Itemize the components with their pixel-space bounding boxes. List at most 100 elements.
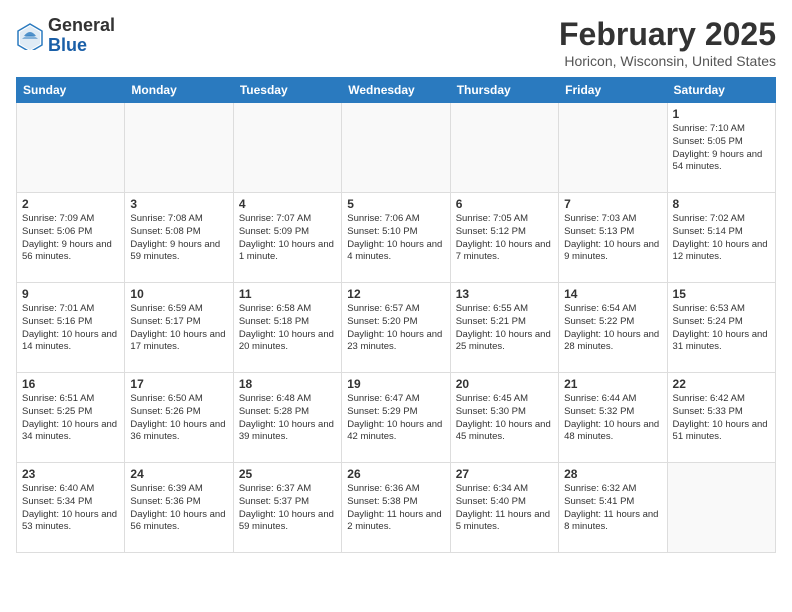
- day-number: 10: [130, 287, 227, 301]
- day-info: Sunrise: 6:39 AM Sunset: 5:36 PM Dayligh…: [130, 483, 227, 534]
- calendar-cell: 6 Sunrise: 7:05 AM Sunset: 5:12 PM Daylig…: [450, 193, 558, 283]
- day-number: 1: [673, 107, 770, 121]
- title-block: February 2025 Horicon, Wisconsin, United…: [559, 16, 776, 69]
- calendar-cell: 18 Sunrise: 6:48 AM Sunset: 5:28 PM Dayli…: [233, 373, 341, 463]
- day-info: Sunrise: 6:40 AM Sunset: 5:34 PM Dayligh…: [22, 483, 119, 534]
- calendar-cell: [667, 463, 775, 553]
- calendar-week-row: 23 Sunrise: 6:40 AM Sunset: 5:34 PM Dayli…: [17, 463, 776, 553]
- logo-icon: [16, 22, 44, 50]
- calendar-cell: 23 Sunrise: 6:40 AM Sunset: 5:34 PM Dayli…: [17, 463, 125, 553]
- calendar-cell: 22 Sunrise: 6:42 AM Sunset: 5:33 PM Dayli…: [667, 373, 775, 463]
- day-number: 18: [239, 377, 336, 391]
- day-of-week-header: Sunday: [17, 78, 125, 103]
- calendar-cell: 15Sunrise: 6:53 AM Sunset: 5:24 PM Dayli…: [667, 283, 775, 373]
- calendar-cell: [450, 103, 558, 193]
- day-number: 26: [347, 467, 444, 481]
- day-info: Sunrise: 7:02 AM Sunset: 5:14 PM Dayligh…: [673, 213, 770, 264]
- calendar-cell: 1Sunrise: 7:10 AM Sunset: 5:05 PM Daylig…: [667, 103, 775, 193]
- day-of-week-header: Friday: [559, 78, 667, 103]
- calendar-header-row: SundayMondayTuesdayWednesdayThursdayFrid…: [17, 78, 776, 103]
- calendar-cell: 26 Sunrise: 6:36 AM Sunset: 5:38 PM Dayli…: [342, 463, 450, 553]
- day-info: Sunrise: 7:09 AM Sunset: 5:06 PM Dayligh…: [22, 213, 119, 264]
- calendar-cell: 11Sunrise: 6:58 AM Sunset: 5:18 PM Dayli…: [233, 283, 341, 373]
- calendar-title: February 2025: [559, 16, 776, 53]
- day-info: Sunrise: 6:50 AM Sunset: 5:26 PM Dayligh…: [130, 393, 227, 444]
- day-info: Sunrise: 6:51 AM Sunset: 5:25 PM Dayligh…: [22, 393, 119, 444]
- logo-text: General Blue: [48, 16, 115, 56]
- calendar-cell: [559, 103, 667, 193]
- day-info: Sunrise: 6:36 AM Sunset: 5:38 PM Dayligh…: [347, 483, 444, 534]
- calendar-cell: 13 Sunrise: 6:55 AM Sunset: 5:21 PM Dayli…: [450, 283, 558, 373]
- calendar-cell: 17 Sunrise: 6:50 AM Sunset: 5:26 PM Dayli…: [125, 373, 233, 463]
- day-number: 22: [673, 377, 770, 391]
- day-number: 17: [130, 377, 227, 391]
- day-info: Sunrise: 6:48 AM Sunset: 5:28 PM Dayligh…: [239, 393, 336, 444]
- day-info: Sunrise: 6:37 AM Sunset: 5:37 PM Dayligh…: [239, 483, 336, 534]
- calendar-week-row: 1Sunrise: 7:10 AM Sunset: 5:05 PM Daylig…: [17, 103, 776, 193]
- calendar-cell: [342, 103, 450, 193]
- day-of-week-header: Monday: [125, 78, 233, 103]
- calendar-cell: 9 Sunrise: 7:01 AM Sunset: 5:16 PM Daylig…: [17, 283, 125, 373]
- day-number: 4: [239, 197, 336, 211]
- day-number: 19: [347, 377, 444, 391]
- day-info: Sunrise: 6:58 AM Sunset: 5:18 PM Dayligh…: [239, 303, 336, 354]
- day-info: Sunrise: 6:44 AM Sunset: 5:32 PM Dayligh…: [564, 393, 661, 444]
- calendar-cell: 2 Sunrise: 7:09 AM Sunset: 5:06 PM Daylig…: [17, 193, 125, 283]
- day-number: 6: [456, 197, 553, 211]
- day-number: 8: [673, 197, 770, 211]
- day-info: Sunrise: 7:05 AM Sunset: 5:12 PM Dayligh…: [456, 213, 553, 264]
- day-info: Sunrise: 7:06 AM Sunset: 5:10 PM Dayligh…: [347, 213, 444, 264]
- calendar-cell: [17, 103, 125, 193]
- day-number: 21: [564, 377, 661, 391]
- day-number: 20: [456, 377, 553, 391]
- calendar-cell: 24 Sunrise: 6:39 AM Sunset: 5:36 PM Dayli…: [125, 463, 233, 553]
- day-info: Sunrise: 6:42 AM Sunset: 5:33 PM Dayligh…: [673, 393, 770, 444]
- logo-general: General: [48, 15, 115, 35]
- calendar-subtitle: Horicon, Wisconsin, United States: [559, 53, 776, 69]
- day-info: Sunrise: 6:54 AM Sunset: 5:22 PM Dayligh…: [564, 303, 661, 354]
- day-number: 14: [564, 287, 661, 301]
- day-number: 13: [456, 287, 553, 301]
- day-number: 28: [564, 467, 661, 481]
- day-of-week-header: Saturday: [667, 78, 775, 103]
- page-header: General Blue February 2025 Horicon, Wisc…: [16, 16, 776, 69]
- day-number: 2: [22, 197, 119, 211]
- calendar-cell: 12Sunrise: 6:57 AM Sunset: 5:20 PM Dayli…: [342, 283, 450, 373]
- day-number: 3: [130, 197, 227, 211]
- calendar-table: SundayMondayTuesdayWednesdayThursdayFrid…: [16, 77, 776, 553]
- day-number: 25: [239, 467, 336, 481]
- calendar-cell: 3Sunrise: 7:08 AM Sunset: 5:08 PM Daylig…: [125, 193, 233, 283]
- day-number: 5: [347, 197, 444, 211]
- day-info: Sunrise: 6:55 AM Sunset: 5:21 PM Dayligh…: [456, 303, 553, 354]
- day-number: 7: [564, 197, 661, 211]
- day-number: 27: [456, 467, 553, 481]
- day-info: Sunrise: 6:34 AM Sunset: 5:40 PM Dayligh…: [456, 483, 553, 534]
- logo-blue: Blue: [48, 35, 87, 55]
- calendar-cell: 19 Sunrise: 6:47 AM Sunset: 5:29 PM Dayli…: [342, 373, 450, 463]
- day-number: 9: [22, 287, 119, 301]
- calendar-cell: [233, 103, 341, 193]
- day-number: 24: [130, 467, 227, 481]
- day-info: Sunrise: 7:01 AM Sunset: 5:16 PM Dayligh…: [22, 303, 119, 354]
- day-info: Sunrise: 7:07 AM Sunset: 5:09 PM Dayligh…: [239, 213, 336, 264]
- day-info: Sunrise: 6:57 AM Sunset: 5:20 PM Dayligh…: [347, 303, 444, 354]
- calendar-cell: [125, 103, 233, 193]
- day-of-week-header: Tuesday: [233, 78, 341, 103]
- calendar-week-row: 9 Sunrise: 7:01 AM Sunset: 5:16 PM Daylig…: [17, 283, 776, 373]
- calendar-cell: 16 Sunrise: 6:51 AM Sunset: 5:25 PM Dayli…: [17, 373, 125, 463]
- calendar-cell: 27 Sunrise: 6:34 AM Sunset: 5:40 PM Dayli…: [450, 463, 558, 553]
- calendar-cell: 5 Sunrise: 7:06 AM Sunset: 5:10 PM Daylig…: [342, 193, 450, 283]
- day-info: Sunrise: 6:47 AM Sunset: 5:29 PM Dayligh…: [347, 393, 444, 444]
- day-number: 23: [22, 467, 119, 481]
- day-info: Sunrise: 6:59 AM Sunset: 5:17 PM Dayligh…: [130, 303, 227, 354]
- calendar-cell: 21 Sunrise: 6:44 AM Sunset: 5:32 PM Dayli…: [559, 373, 667, 463]
- calendar-cell: 28 Sunrise: 6:32 AM Sunset: 5:41 PM Dayli…: [559, 463, 667, 553]
- calendar-cell: 8 Sunrise: 7:02 AM Sunset: 5:14 PM Daylig…: [667, 193, 775, 283]
- day-info: Sunrise: 6:45 AM Sunset: 5:30 PM Dayligh…: [456, 393, 553, 444]
- day-info: Sunrise: 6:32 AM Sunset: 5:41 PM Dayligh…: [564, 483, 661, 534]
- day-info: Sunrise: 7:03 AM Sunset: 5:13 PM Dayligh…: [564, 213, 661, 264]
- day-number: 16: [22, 377, 119, 391]
- calendar-cell: 4 Sunrise: 7:07 AM Sunset: 5:09 PM Daylig…: [233, 193, 341, 283]
- calendar-week-row: 2 Sunrise: 7:09 AM Sunset: 5:06 PM Daylig…: [17, 193, 776, 283]
- calendar-cell: 7 Sunrise: 7:03 AM Sunset: 5:13 PM Daylig…: [559, 193, 667, 283]
